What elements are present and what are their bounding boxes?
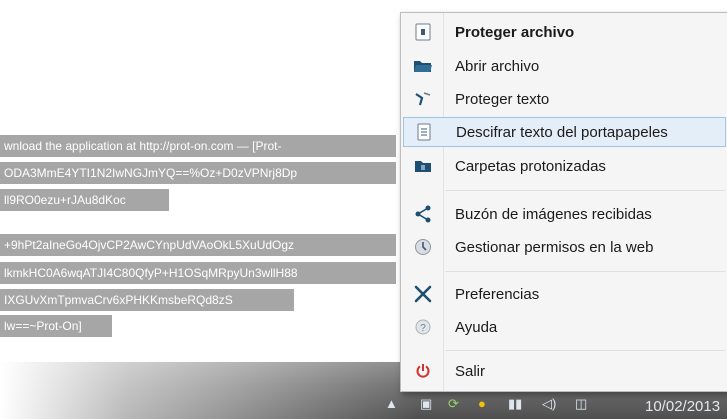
folder-icon	[403, 151, 443, 181]
tray-app-icon[interactable]: ▣	[420, 396, 432, 416]
selected-text-line[interactable]: wnload the application at http://prot-on…	[0, 135, 396, 157]
selected-text-line[interactable]: lw==~Prot-On]	[0, 315, 112, 337]
menu-item-preferencias[interactable]: Preferencias	[403, 279, 726, 309]
selected-text-line[interactable]: lkmkHC0A6wqATJI4C80QfyP+H1OSqMRpyUn3wllH…	[0, 262, 396, 284]
svg-text:?: ?	[420, 323, 426, 334]
menu-separator	[445, 271, 725, 272]
menu-item-descifrar-texto[interactable]: Descifrar texto del portapapeles	[403, 117, 726, 147]
menu-item-carpetas-protonizadas[interactable]: Carpetas protonizadas	[403, 151, 726, 181]
tray-sync-icon[interactable]: ⟳	[448, 396, 459, 416]
menu-item-gestionar-permisos[interactable]: Gestionar permisos en la web	[403, 232, 726, 262]
menu-item-abrir-archivo[interactable]: Abrir archivo	[403, 51, 726, 81]
menu-item-buzon-imagenes[interactable]: Buzón de imágenes recibidas	[403, 199, 726, 229]
open-folder-icon	[403, 51, 443, 81]
tray-window-icon[interactable]: ◫	[575, 396, 587, 416]
selected-text-line[interactable]: ODA3MmE4YTI1N2IwNGJmYQ==%Oz+D0zVPNrj8Dp	[0, 162, 396, 184]
menu-item-salir[interactable]: Salir	[403, 356, 726, 386]
web-permissions-icon	[403, 232, 443, 262]
menu-item-ayuda[interactable]: ? Ayuda	[403, 312, 726, 342]
menu-item-label: Descifrar texto del portapapeles	[456, 123, 668, 141]
volume-icon[interactable]: ◁)	[542, 396, 556, 416]
protected-file-icon	[403, 17, 443, 47]
share-icon	[403, 199, 443, 229]
preferences-icon	[403, 279, 443, 309]
tray-warning-icon[interactable]: ●	[478, 396, 486, 416]
menu-item-label: Gestionar permisos en la web	[455, 238, 654, 256]
tray-context-menu: Proteger archivo Abrir archivo Proteger …	[400, 12, 727, 392]
tray-arrow-icon[interactable]: ▲	[385, 396, 398, 416]
taskbar-fade	[0, 362, 420, 419]
menu-item-label: Salir	[455, 362, 486, 380]
menu-item-label: Proteger archivo	[455, 23, 575, 41]
menu-item-label: Proteger texto	[455, 90, 550, 108]
menu-item-label: Ayuda	[455, 318, 498, 336]
menu-item-proteger-archivo[interactable]: Proteger archivo	[403, 17, 726, 47]
menu-item-label: Carpetas protonizadas	[455, 157, 606, 175]
selected-text-line[interactable]: +9hPt2aIneGo4OjvCP2AwCYnpUdVAoOkL5XuUdOg…	[0, 234, 396, 256]
menu-item-label: Preferencias	[455, 285, 540, 303]
menu-separator	[445, 190, 725, 191]
network-signal-icon[interactable]: ▮▮	[508, 396, 522, 416]
help-icon: ?	[403, 312, 443, 342]
menu-item-label: Buzón de imágenes recibidas	[455, 205, 652, 223]
menu-item-label: Abrir archivo	[455, 57, 540, 75]
protect-text-icon	[403, 84, 443, 114]
menu-item-proteger-texto[interactable]: Proteger texto	[403, 84, 726, 114]
clipboard-icon	[404, 117, 444, 147]
taskbar-clock[interactable]: 10/02/2013	[645, 398, 720, 415]
menu-separator	[445, 350, 725, 351]
selected-text-line[interactable]: ll9RO0ezu+rJAu8dKoc	[0, 189, 169, 211]
power-icon	[403, 356, 443, 386]
selected-text-line[interactable]: IXGUvXmTpmvaCrv6xPHKKmsbeRQd8zS	[0, 289, 294, 311]
